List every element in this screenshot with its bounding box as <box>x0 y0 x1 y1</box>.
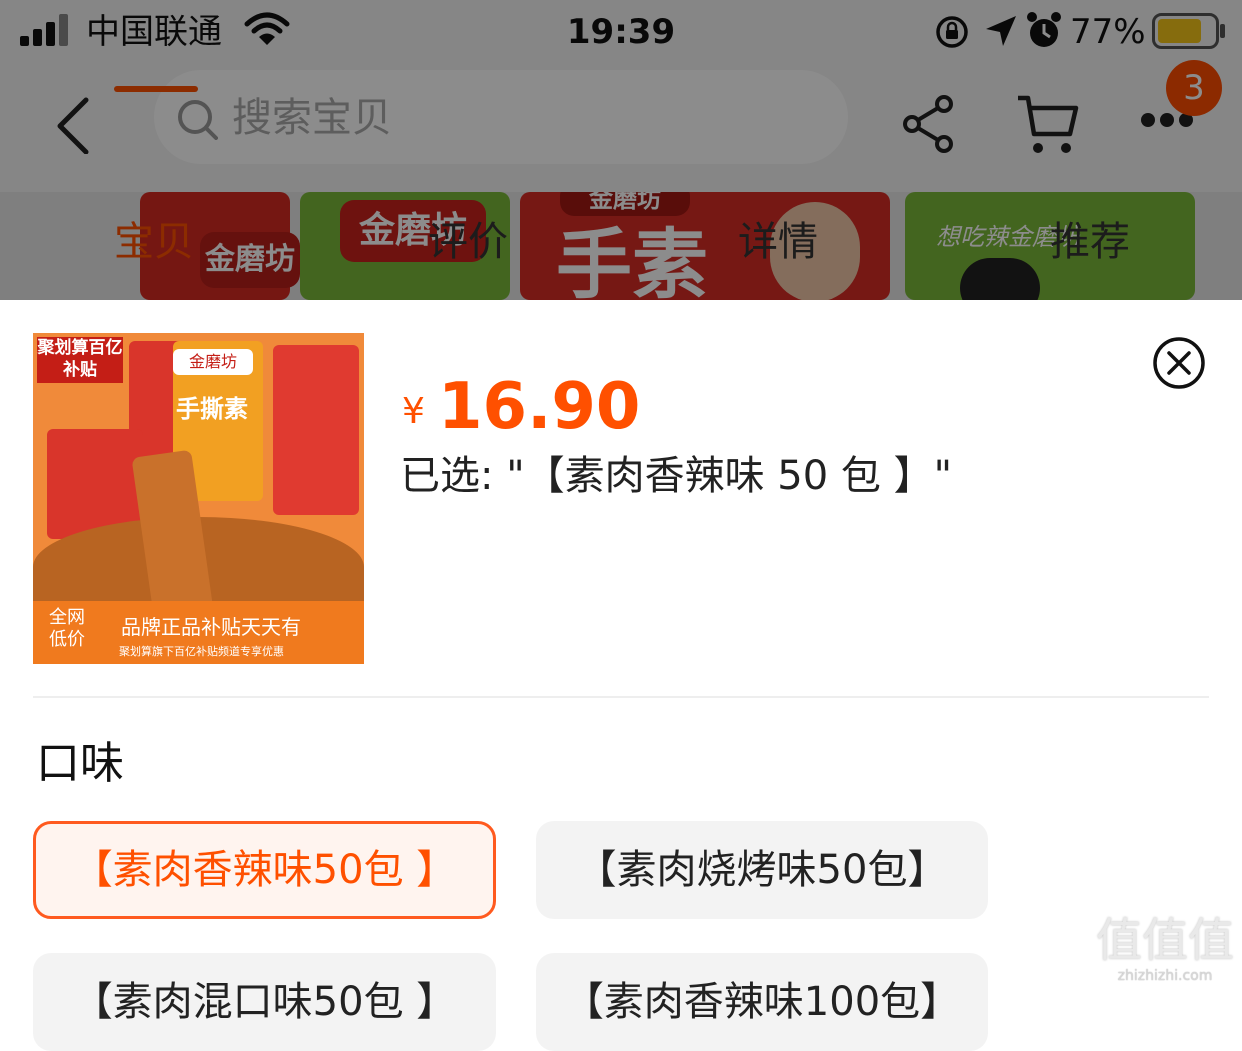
thumb-title: 手撕素 <box>176 395 248 423</box>
sku-option[interactable]: 【素肉香辣味50包 】 <box>33 821 496 919</box>
close-icon[interactable] <box>1152 336 1206 390</box>
sku-option[interactable]: 【素肉香辣味100包】 <box>536 953 988 1051</box>
thumb-sub-text: 聚划算旗下百亿补贴频道专享优惠 <box>119 645 284 658</box>
thumb-brand: 金磨坊 <box>173 349 253 375</box>
thumb-pack <box>273 345 359 515</box>
watermark-url: zhizhizhi.com <box>1117 968 1213 984</box>
product-thumbnail[interactable]: 聚划算百亿补贴 手撕素 金磨坊 全网低价 品牌正品补贴天天有 聚划算旗下百亿补贴… <box>33 333 364 664</box>
modal-overlay[interactable] <box>0 0 1242 300</box>
sku-selection-sheet: 聚划算百亿补贴 手撕素 金磨坊 全网低价 品牌正品补贴天天有 聚划算旗下百亿补贴… <box>0 300 1242 1051</box>
sku-option[interactable]: 【素肉混口味50包 】 <box>33 953 496 1051</box>
sku-option[interactable]: 【素肉烧烤味50包】 <box>536 821 988 919</box>
divider <box>33 696 1209 698</box>
flavor-section-title: 口味 <box>36 738 124 789</box>
watermark-logo: 值值值 <box>1096 913 1234 967</box>
thumb-badge: 聚划算百亿补贴 <box>37 337 123 383</box>
currency-symbol: ¥ <box>402 391 425 432</box>
watermark: 值值值 zhizhizhi.com <box>1092 914 1238 1000</box>
thumb-corner-text: 全网低价 <box>49 607 85 650</box>
price-value: 16.90 <box>438 370 641 444</box>
thumb-banner-text: 品牌正品补贴天天有 <box>121 615 301 639</box>
selected-sku-text: 已选: "【素肉香辣味 50 包 】" <box>400 453 953 499</box>
